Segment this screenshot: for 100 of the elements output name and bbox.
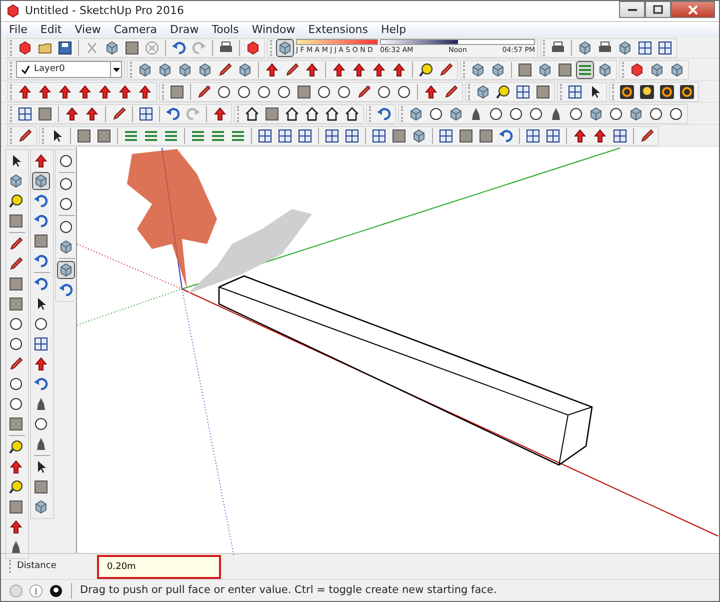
toolbar-button[interactable] xyxy=(32,315,50,333)
toolbar-button[interactable] xyxy=(7,395,25,413)
menu-item[interactable]: Camera xyxy=(114,22,158,37)
toolbar-button[interactable] xyxy=(7,235,25,253)
toolbar-button[interactable] xyxy=(638,126,656,144)
user-icon[interactable] xyxy=(49,584,63,598)
toolbar-button[interactable] xyxy=(56,82,74,100)
toolbar-button[interactable] xyxy=(110,104,128,122)
toolbar-button[interactable] xyxy=(83,104,101,122)
toolbar-button[interactable] xyxy=(390,60,408,78)
menu-item[interactable]: Help xyxy=(380,22,406,37)
toolbar-button[interactable] xyxy=(243,104,261,122)
toolbar-button[interactable] xyxy=(422,82,440,100)
toolbar-button[interactable] xyxy=(516,60,534,78)
toolbar-button[interactable] xyxy=(296,126,314,144)
toolbar-button[interactable] xyxy=(7,518,25,536)
toolbar-button[interactable] xyxy=(437,126,455,144)
toolbar-button[interactable] xyxy=(477,126,495,144)
toolbar-button[interactable] xyxy=(437,60,455,78)
toolbar-button[interactable] xyxy=(32,415,50,433)
time-slider[interactable] xyxy=(380,39,535,46)
toolbar-button[interactable] xyxy=(7,275,25,293)
menu-item[interactable]: View xyxy=(74,22,101,37)
toolbar-button[interactable] xyxy=(571,126,589,144)
toolbar-button[interactable] xyxy=(263,104,281,122)
toolbar-button[interactable] xyxy=(355,82,373,100)
toolbar-button[interactable] xyxy=(283,104,301,122)
toolbar-button[interactable] xyxy=(57,152,75,170)
toolbar-button[interactable] xyxy=(32,232,50,250)
toolbar-button[interactable] xyxy=(350,60,368,78)
menu-item[interactable]: Edit xyxy=(40,22,62,37)
toolbar-button[interactable] xyxy=(36,82,54,100)
toolbar-button[interactable] xyxy=(7,355,25,373)
toolbar-button[interactable] xyxy=(116,82,134,100)
menu-item[interactable]: Window xyxy=(252,22,296,37)
menu-item[interactable]: Extensions xyxy=(308,22,368,37)
maximize-button[interactable] xyxy=(645,1,671,18)
toolbar-button[interactable] xyxy=(57,175,75,193)
toolbar-button[interactable] xyxy=(57,218,75,236)
toolbar-button[interactable] xyxy=(303,104,321,122)
measurement-field[interactable]: 0.20m xyxy=(97,554,221,578)
layer-dropdown[interactable]: Layer0 xyxy=(16,61,122,78)
toolbar-button[interactable] xyxy=(136,82,154,100)
toolbar-button[interactable] xyxy=(32,152,50,170)
toolbar-button[interactable] xyxy=(330,60,348,78)
toolbar-button[interactable] xyxy=(323,126,341,144)
toolbar-button[interactable] xyxy=(323,104,341,122)
toolbar-button[interactable] xyxy=(611,126,629,144)
toolbar-button[interactable] xyxy=(95,126,113,144)
toolbar-button[interactable] xyxy=(534,82,552,100)
toolbar-button[interactable] xyxy=(636,38,654,56)
toolbar-button[interactable] xyxy=(32,355,50,373)
toolbar-button[interactable] xyxy=(524,126,542,144)
toolbar-button[interactable] xyxy=(7,375,25,393)
toolbar-button[interactable] xyxy=(256,126,274,144)
toolbar-button[interactable] xyxy=(263,60,281,78)
toolbar-button[interactable] xyxy=(32,335,50,353)
close-button[interactable] xyxy=(671,1,715,18)
toolbar-button[interactable] xyxy=(16,104,34,122)
toolbar-button[interactable] xyxy=(370,126,388,144)
toolbar-button[interactable] xyxy=(295,82,313,100)
toolbar-button[interactable] xyxy=(195,82,213,100)
toolbar-button[interactable] xyxy=(137,104,155,122)
toolbar-button[interactable] xyxy=(591,126,609,144)
toolbar-button[interactable] xyxy=(7,212,25,230)
toolbar-button[interactable] xyxy=(566,82,584,100)
toolbar-button[interactable] xyxy=(343,126,361,144)
toolbar-button[interactable] xyxy=(7,498,25,516)
toolbar-button[interactable] xyxy=(16,126,34,144)
toolbar-button[interactable] xyxy=(63,104,81,122)
toolbar-button[interactable] xyxy=(36,104,54,122)
toolbar-button[interactable] xyxy=(457,126,475,144)
toolbar-button[interactable] xyxy=(7,255,25,273)
toolbar-button[interactable] xyxy=(343,104,361,122)
info-icon[interactable] xyxy=(29,584,43,598)
toolbar-button[interactable] xyxy=(96,82,114,100)
menu-item[interactable]: File xyxy=(9,22,28,37)
toolbar-button[interactable] xyxy=(514,82,532,100)
toolbar-button[interactable] xyxy=(76,82,94,100)
toolbar-button[interactable] xyxy=(168,82,186,100)
toolbar-button[interactable] xyxy=(57,195,75,213)
minimize-button[interactable] xyxy=(619,1,645,18)
menu-item[interactable]: Draw xyxy=(170,22,199,37)
toolbar-button[interactable] xyxy=(16,82,34,100)
toolbar-button[interactable] xyxy=(211,104,229,122)
toolbar-button[interactable] xyxy=(75,126,93,144)
toolbar-button[interactable] xyxy=(32,478,50,496)
toolbar-button[interactable] xyxy=(123,38,141,56)
toolbar-button[interactable] xyxy=(7,315,25,333)
toolbar-button[interactable] xyxy=(276,126,294,144)
toolbar-button[interactable] xyxy=(638,82,656,100)
toolbar-button[interactable] xyxy=(544,126,562,144)
toolbar-button[interactable] xyxy=(370,60,388,78)
toolbar-button[interactable] xyxy=(7,295,25,313)
toolbar-button[interactable] xyxy=(656,38,674,56)
toolbar-button[interactable] xyxy=(7,335,25,353)
toolbar-button[interactable] xyxy=(556,60,574,78)
toolbar-button[interactable] xyxy=(7,458,25,476)
toolbar-button[interactable] xyxy=(303,60,321,78)
toolbar-button[interactable] xyxy=(283,60,301,78)
